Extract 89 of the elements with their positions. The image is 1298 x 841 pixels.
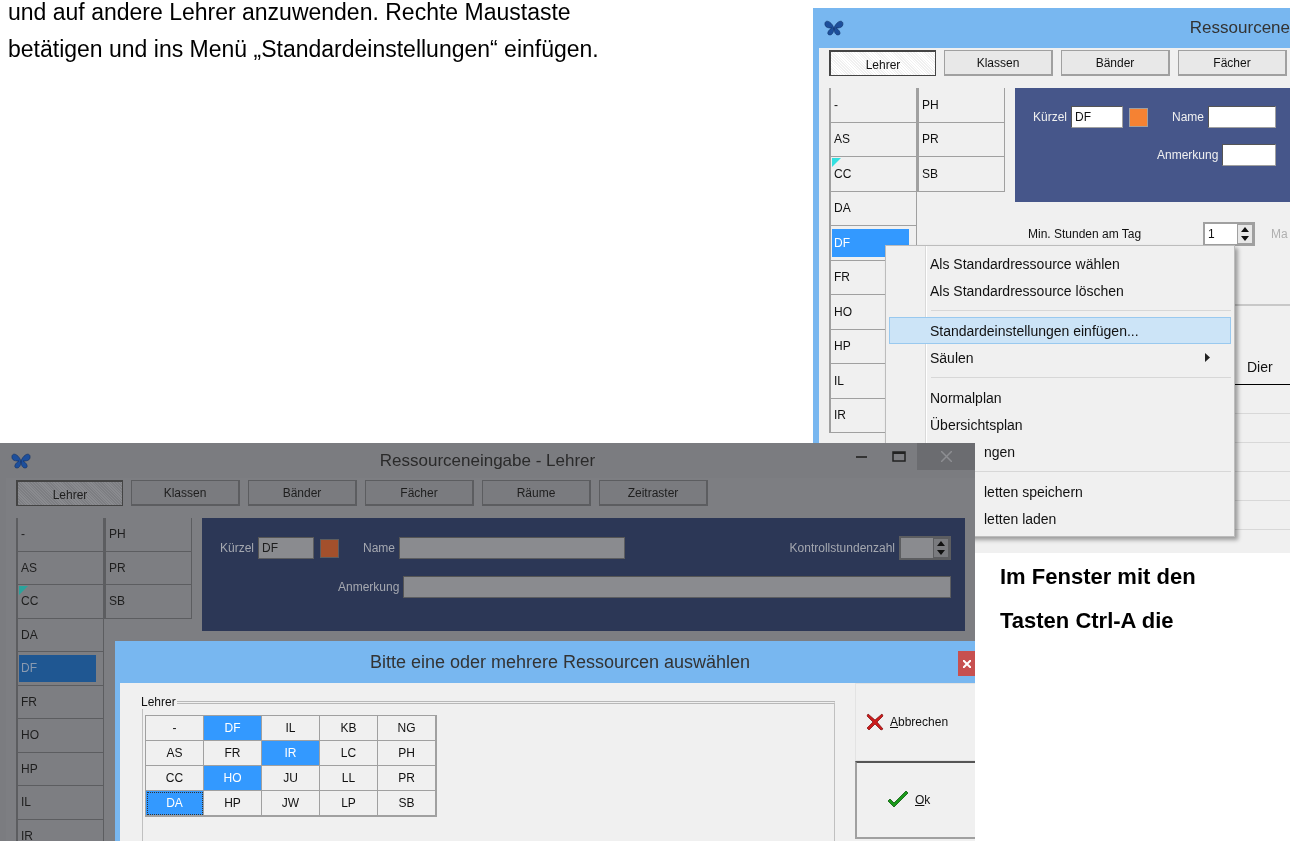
list-item[interactable]: HO [18, 719, 104, 753]
window-title: Ressourceneingabe - Lehrer [379, 450, 596, 471]
corner-marker-icon [832, 158, 841, 167]
list-item[interactable]: - [18, 518, 104, 552]
grid-cell[interactable]: PH [378, 741, 436, 766]
menu-item[interactable]: Standardeinstellungen einfügen... [889, 317, 1231, 344]
menu-item[interactable]: letten speichern [981, 478, 1231, 505]
grid-cell[interactable]: - [146, 716, 204, 741]
list-item[interactable]: DA [18, 618, 104, 652]
list-item[interactable]: CC [831, 157, 917, 192]
input-field[interactable] [403, 576, 951, 598]
body-paragraph: Im Fenster mit den Tasten Ctrl-A die [1000, 563, 1196, 635]
close-icon [962, 659, 971, 668]
color-swatch[interactable] [1129, 107, 1148, 127]
list-item[interactable]: - [831, 88, 917, 123]
list-item[interactable]: PR [106, 551, 192, 585]
cross-icon [866, 713, 884, 731]
tab[interactable]: Klassen [944, 50, 1053, 76]
field-label: Kürzel [220, 541, 254, 555]
grid-cell[interactable]: AS [146, 741, 204, 766]
grid-cell[interactable]: HP [204, 791, 262, 816]
grid-cell[interactable]: JU [262, 766, 320, 791]
input-field[interactable]: DF [1071, 106, 1123, 128]
spin-field[interactable] [899, 536, 951, 560]
list-item[interactable]: PH [919, 88, 1005, 123]
grid-cell[interactable]: IL [262, 716, 320, 741]
tab[interactable]: Räume [482, 480, 591, 506]
close-icon [940, 451, 952, 462]
butterfly-icon [10, 451, 32, 470]
input-field[interactable] [1222, 144, 1276, 166]
list-item[interactable]: PR [919, 122, 1005, 157]
field-label: Kürzel [1033, 110, 1067, 124]
submenu-arrow-icon [1205, 353, 1210, 362]
field-label: Ma [1271, 227, 1288, 241]
tab[interactable]: Bänder [248, 480, 357, 506]
color-swatch[interactable] [320, 538, 339, 558]
input-field[interactable]: DF [258, 537, 314, 559]
grid-cell[interactable]: NG [378, 716, 436, 741]
list-item[interactable]: IR [18, 819, 104, 841]
grid-cell[interactable]: KB [320, 716, 378, 741]
list-item[interactable]: PH [106, 518, 192, 552]
input-field[interactable] [399, 537, 626, 559]
checkmark-icon [887, 791, 909, 809]
spin-field[interactable]: 1 [1203, 222, 1255, 246]
list-item[interactable]: AS [18, 551, 104, 585]
maximize-icon [892, 451, 906, 462]
corner-marker-icon [19, 586, 28, 595]
grid-cell[interactable]: CC [146, 766, 204, 791]
menu-item[interactable]: ngen [981, 438, 1231, 465]
grid-cell[interactable]: LC [320, 741, 378, 766]
grid-cell[interactable]: SB [378, 791, 436, 816]
grid-cell[interactable]: LL [320, 766, 378, 791]
grid-cell[interactable]: FR [204, 741, 262, 766]
minimize-icon [855, 455, 867, 458]
tab[interactable]: Zeitraster [599, 480, 708, 506]
field-label: Name [1172, 110, 1205, 124]
field-label: Kontrollstundenzahl [789, 541, 895, 555]
spinner-arrows-icon[interactable] [1237, 224, 1253, 244]
list-item[interactable]: CC [18, 585, 104, 619]
list-item[interactable]: DA [831, 191, 917, 226]
list-item[interactable]: HP [18, 752, 104, 786]
grid-cell[interactable]: JW [262, 791, 320, 816]
tab[interactable]: Klassen [131, 480, 240, 506]
list-item[interactable]: AS [831, 122, 917, 157]
list-item[interactable]: SB [919, 157, 1005, 192]
cancel-button[interactable]: Abbrechen [855, 683, 975, 761]
tab[interactable]: Lehrer [829, 50, 936, 76]
field-label: Min. Stunden am Tag [1028, 227, 1143, 241]
tab[interactable]: Lehrer [16, 480, 123, 506]
grid-cell[interactable]: PR [378, 766, 436, 791]
body-paragraph: und auf andere Lehrer anzuwenden. Rechte Maustaste betätigen und ins Menü „Standardeinstellungen“ einfügen. [8, 0, 599, 64]
field-label: Name [363, 541, 396, 555]
tab[interactable]: Fächer [1178, 50, 1287, 76]
close-button[interactable] [958, 651, 975, 676]
field-label: Anmerkung [1157, 148, 1219, 162]
menu-item[interactable]: letten laden [981, 505, 1231, 532]
list-item[interactable]: SB [106, 585, 192, 619]
tab[interactable]: Fächer [365, 480, 474, 506]
list-item[interactable]: FR [18, 685, 104, 719]
butterfly-icon [823, 19, 845, 37]
grid-cell[interactable]: LP [320, 791, 378, 816]
input-field[interactable] [1208, 106, 1276, 128]
tab[interactable]: Bänder [1061, 50, 1170, 76]
field-label: Anmerkung [338, 580, 400, 594]
list-item[interactable]: IL [18, 786, 104, 820]
ok-button[interactable]: Ok [855, 761, 975, 839]
dialog-title: Bitte eine oder mehrere Ressourcen auswählen [369, 651, 751, 673]
group-label: Lehrer [140, 695, 177, 709]
window-title: Ressourcene [1189, 18, 1290, 38]
